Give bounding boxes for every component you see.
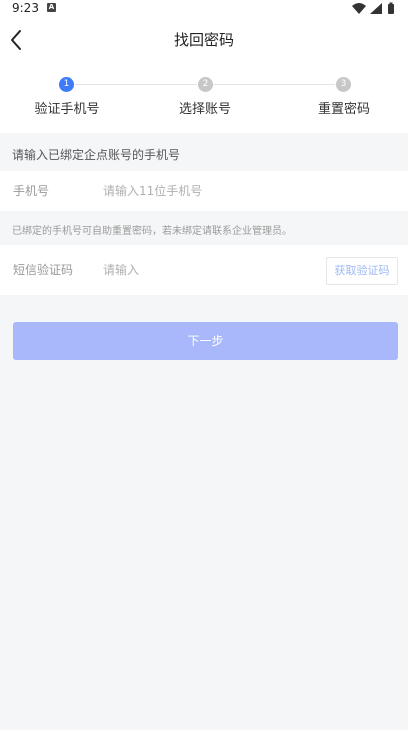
battery-icon	[388, 2, 394, 14]
step-3-label: 重置密码	[317, 102, 370, 117]
sms-row: 短信验证码 获取验证码	[0, 245, 408, 295]
phone-input[interactable]	[103, 182, 313, 200]
step-2-label: 选择账号	[178, 102, 231, 117]
step-1-label: 验证手机号	[34, 102, 100, 117]
phone-row: 手机号	[0, 171, 408, 211]
step-2-circle: 2	[198, 77, 213, 92]
header-area: 9:23 A 找回密码 1 2 3 验证手机号 选择账号 重置密码	[0, 0, 408, 133]
next-button[interactable]: 下一步	[13, 322, 398, 360]
step-1-circle: 1	[59, 77, 74, 92]
signal-icon	[370, 3, 382, 14]
get-code-button[interactable]: 获取验证码	[326, 257, 398, 285]
status-time: 9:23	[12, 1, 39, 15]
step-indicator: 1 2 3 验证手机号 选择账号 重置密码	[0, 74, 408, 124]
page-title: 找回密码	[173, 31, 234, 49]
sms-label: 短信验证码	[13, 263, 74, 277]
section-hint: 请输入已绑定企点账号的手机号	[12, 148, 181, 162]
nav-bar: 找回密码	[0, 18, 408, 62]
phone-label: 手机号	[13, 184, 50, 198]
step-connector	[75, 84, 197, 85]
sms-code-input[interactable]	[103, 261, 303, 279]
status-bar: 9:23 A	[0, 0, 408, 18]
phone-hint: 已绑定的手机号可自助重置密码，若未绑定请联系企业管理员。	[12, 226, 292, 237]
step-3-circle: 3	[336, 77, 351, 92]
notification-badge: A	[47, 3, 56, 12]
step-connector	[213, 84, 335, 85]
status-icons	[352, 2, 394, 14]
wifi-icon	[352, 3, 366, 14]
